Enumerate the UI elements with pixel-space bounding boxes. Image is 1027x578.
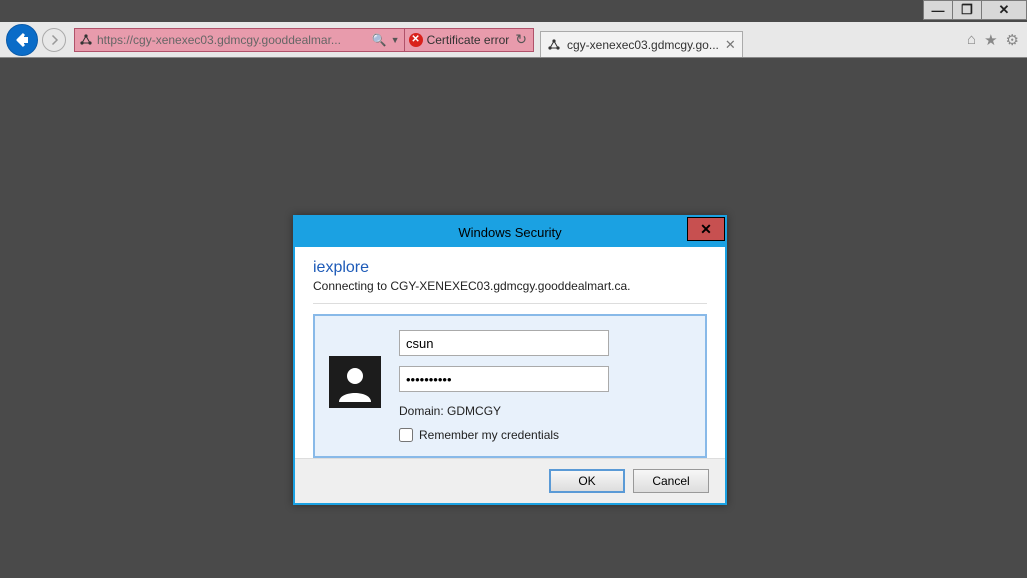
browser-toolbar: https://cgy-xenexec03.gdmcgy.gooddealmar… (0, 22, 1027, 58)
connecting-host: CGY-XENEXEC03.gdmcgy.gooddealmart.ca. (390, 279, 630, 293)
remember-checkbox[interactable] (399, 428, 413, 442)
connecting-message: Connecting to CGY-XENEXEC03.gdmcgy.goodd… (313, 279, 707, 304)
domain-label: Domain: (399, 404, 447, 418)
user-avatar-icon (329, 356, 381, 408)
dialog-titlebar[interactable]: Windows Security ✕ (295, 217, 725, 247)
remember-credentials[interactable]: Remember my credentials (399, 428, 691, 442)
tab-close-button[interactable]: ✕ (725, 37, 736, 53)
tab-favicon-icon (547, 38, 561, 52)
domain-line: Domain: GDMCGY (399, 404, 691, 418)
citrix-favicon-icon (79, 33, 93, 47)
maximize-button[interactable]: ❐ (952, 0, 982, 20)
url-text: https://cgy-xenexec03.gdmcgy.gooddealmar… (97, 33, 368, 47)
app-name: iexplore (313, 259, 707, 277)
window-controls: — ❐ ✕ (924, 0, 1027, 22)
favorites-icon[interactable]: ★ (984, 31, 997, 49)
password-input[interactable] (399, 366, 609, 392)
search-icon[interactable]: 🔍 (372, 33, 387, 47)
cancel-button[interactable]: Cancel (633, 469, 709, 493)
windows-security-dialog: Windows Security ✕ iexplore Connecting t… (293, 215, 727, 505)
cert-error-icon: ✕ (409, 33, 423, 47)
connecting-prefix: Connecting to (313, 279, 390, 293)
back-button[interactable] (6, 24, 38, 56)
dialog-body: iexplore Connecting to CGY-XENEXEC03.gdm… (295, 247, 725, 458)
address-bar[interactable]: https://cgy-xenexec03.gdmcgy.gooddealmar… (74, 28, 534, 52)
refresh-button[interactable]: ↻ (513, 31, 529, 48)
close-icon: ✕ (999, 2, 1010, 18)
toolbar-right-icons: ⌂ ★ ⚙ (967, 31, 1019, 49)
credential-fields: Domain: GDMCGY Remember my credentials (399, 330, 691, 442)
window-close-button[interactable]: ✕ (981, 0, 1027, 20)
domain-value: GDMCGY (447, 404, 501, 418)
certificate-error-badge[interactable]: ✕ Certificate error (404, 29, 510, 51)
tab-title: cgy-xenexec03.gdmcgy.go... (567, 38, 719, 52)
credentials-panel: Domain: GDMCGY Remember my credentials (313, 314, 707, 458)
browser-tab[interactable]: cgy-xenexec03.gdmcgy.go... ✕ (540, 31, 743, 57)
close-icon: ✕ (700, 221, 712, 238)
forward-button[interactable] (42, 28, 66, 52)
arrow-right-icon (48, 34, 60, 46)
tools-icon[interactable]: ⚙ (1006, 31, 1019, 49)
ok-button[interactable]: OK (549, 469, 625, 493)
tab-strip: cgy-xenexec03.gdmcgy.go... ✕ (540, 22, 743, 57)
username-input[interactable] (399, 330, 609, 356)
address-dropdown-icon[interactable]: ▼ (391, 35, 400, 45)
arrow-left-icon (14, 32, 30, 48)
cert-error-label: Certificate error (427, 33, 510, 47)
maximize-icon: ❐ (961, 2, 973, 18)
minimize-button[interactable]: — (923, 0, 953, 20)
dialog-footer: OK Cancel (295, 458, 725, 503)
minimize-icon: — (932, 3, 945, 18)
home-icon[interactable]: ⌂ (967, 31, 976, 48)
remember-label: Remember my credentials (419, 428, 559, 442)
dialog-close-button[interactable]: ✕ (687, 217, 725, 241)
dialog-title: Windows Security (458, 225, 561, 240)
